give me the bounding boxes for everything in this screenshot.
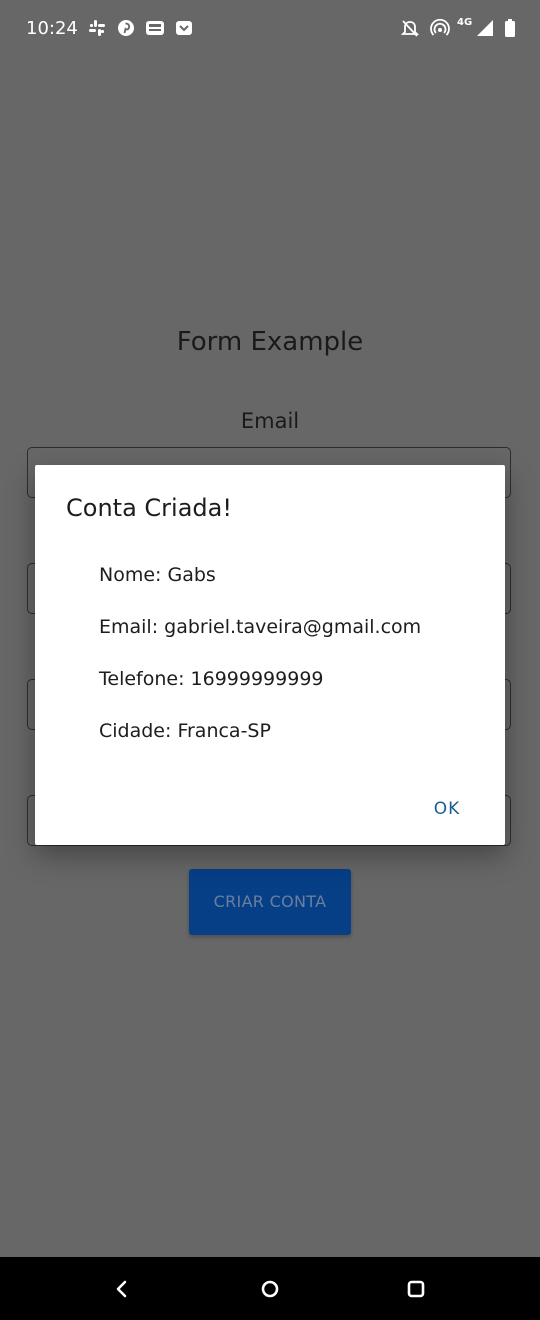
dialog-title: Conta Criada!	[66, 494, 232, 522]
pinterest-icon	[116, 18, 136, 38]
mute-icon	[400, 18, 420, 38]
notification-icon	[174, 18, 194, 38]
ok-button[interactable]: OK	[419, 789, 475, 829]
home-icon[interactable]	[257, 1276, 283, 1302]
battery-icon	[500, 18, 520, 38]
status-time: 10:24	[26, 18, 78, 39]
dialog-phone-line: Telefone: 16999999999	[99, 668, 324, 690]
network-type-label: 4G	[457, 17, 473, 28]
back-icon[interactable]	[109, 1276, 135, 1302]
dialog-email-line: Email: gabriel.taveira@gmail.com	[99, 616, 422, 638]
slack-icon	[87, 18, 107, 38]
navigation-bar	[0, 1257, 540, 1320]
recents-icon[interactable]	[403, 1276, 429, 1302]
dialog-name-line: Nome: Gabs	[99, 564, 216, 586]
status-bar: 10:24 4G	[0, 0, 540, 58]
account-created-dialog: Conta Criada! Nome: Gabs Email: gabriel.…	[35, 465, 505, 845]
create-account-button[interactable]: CRIAR CONTA	[189, 869, 351, 935]
form-title: Form Example	[176, 327, 364, 357]
dialog-city-line: Cidade: Franca-SP	[99, 720, 271, 742]
ad-icon	[145, 18, 165, 38]
signal-icon	[475, 18, 495, 38]
hotspot-icon	[430, 18, 450, 38]
email-label: Email	[240, 409, 300, 433]
